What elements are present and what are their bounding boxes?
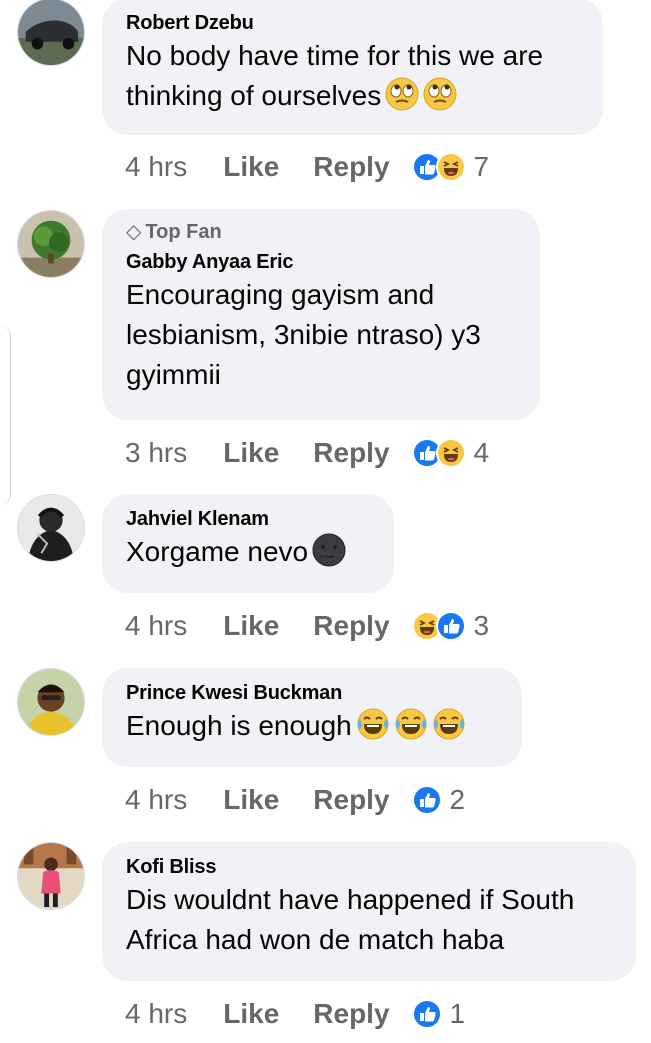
comment-bubble: Kofi Bliss Dis wouldnt have happened if … [102,842,636,981]
comment-time[interactable]: 3 hrs [125,436,187,470]
reaction-count: 3 [473,610,490,641]
comment-meta: 4 hrs Like Reply 3 [125,609,489,643]
face-with-rolling-eyes-icon [385,77,419,111]
comment-author[interactable]: Kofi Bliss [126,854,612,880]
tears-of-joy-icon [356,707,390,741]
comment-author[interactable]: Jahviel Klenam [126,506,370,532]
reactions-summary[interactable]: 2 [411,783,466,817]
comment-text: Xorgame nevo [126,536,309,567]
comment-meta: 3 hrs Like Reply 4 [125,436,489,470]
like-button[interactable]: Like [223,997,279,1031]
reaction-count: 2 [449,784,466,815]
diamond-icon: ◇ [126,221,142,243]
avatar[interactable] [17,210,85,278]
reactions-summary[interactable]: 4 [411,436,490,470]
reply-button[interactable]: Reply [313,783,389,817]
comment-text: No body have time for this we are thinki… [126,40,544,111]
comment-bubble: ◇ Top Fan Gabby Anyaa Eric Encouraging ga… [102,209,540,420]
haha-reaction-icon [435,152,466,182]
comment-author[interactable]: Prince Kwesi Buckman [126,680,498,706]
reply-button[interactable]: Reply [313,150,389,184]
reply-button[interactable]: Reply [313,609,389,643]
comment-meta: 4 hrs Like Reply 2 [125,783,465,817]
avatar[interactable] [17,494,85,562]
new-moon-face-icon [312,533,346,567]
tears-of-joy-icon [394,707,428,741]
comment-bubble: Robert Dzebu No body have time for this … [102,0,603,135]
comment-time[interactable]: 4 hrs [125,150,187,184]
badge-label: Top Fan [145,221,222,243]
comment-meta: 4 hrs Like Reply 7 [125,150,489,184]
comment-author[interactable]: Robert Dzebu [126,10,579,36]
avatar[interactable] [17,0,85,66]
tears-of-joy-icon [432,707,466,741]
top-fan-badge: ◇ Top Fan [126,221,516,243]
thread-line [0,325,11,505]
like-reaction-icon [411,999,442,1029]
comment-time[interactable]: 4 hrs [125,609,187,643]
comment-bubble: Jahviel Klenam Xorgame nevo [102,494,394,593]
comment-text: Encouraging gayism and lesbianism, 3nibi… [126,279,481,390]
reaction-count: 1 [449,998,466,1029]
reactions-summary[interactable]: 1 [411,997,466,1031]
reactions-summary[interactable]: 7 [411,150,490,184]
avatar[interactable] [17,668,85,736]
haha-reaction-icon [435,438,466,468]
like-reaction-icon [435,611,466,641]
like-button[interactable]: Like [223,150,279,184]
comment-time[interactable]: 4 hrs [125,997,187,1031]
comment-bubble: Prince Kwesi Buckman Enough is enough [102,668,522,767]
comment-text: Enough is enough [126,710,352,741]
avatar[interactable] [17,842,85,910]
reactions-summary[interactable]: 3 [411,609,490,643]
face-with-rolling-eyes-icon [423,77,457,111]
comment-meta: 4 hrs Like Reply 1 [125,997,465,1031]
comment-author[interactable]: Gabby Anyaa Eric [126,249,516,275]
like-button[interactable]: Like [223,783,279,817]
comment-text: Dis wouldnt have happened if South Afric… [126,884,575,955]
comment-time[interactable]: 4 hrs [125,783,187,817]
reply-button[interactable]: Reply [313,436,389,470]
reply-button[interactable]: Reply [313,997,389,1031]
like-reaction-icon [411,785,442,815]
reaction-count: 7 [473,151,490,182]
like-button[interactable]: Like [223,609,279,643]
like-button[interactable]: Like [223,436,279,470]
reaction-count: 4 [473,437,490,468]
